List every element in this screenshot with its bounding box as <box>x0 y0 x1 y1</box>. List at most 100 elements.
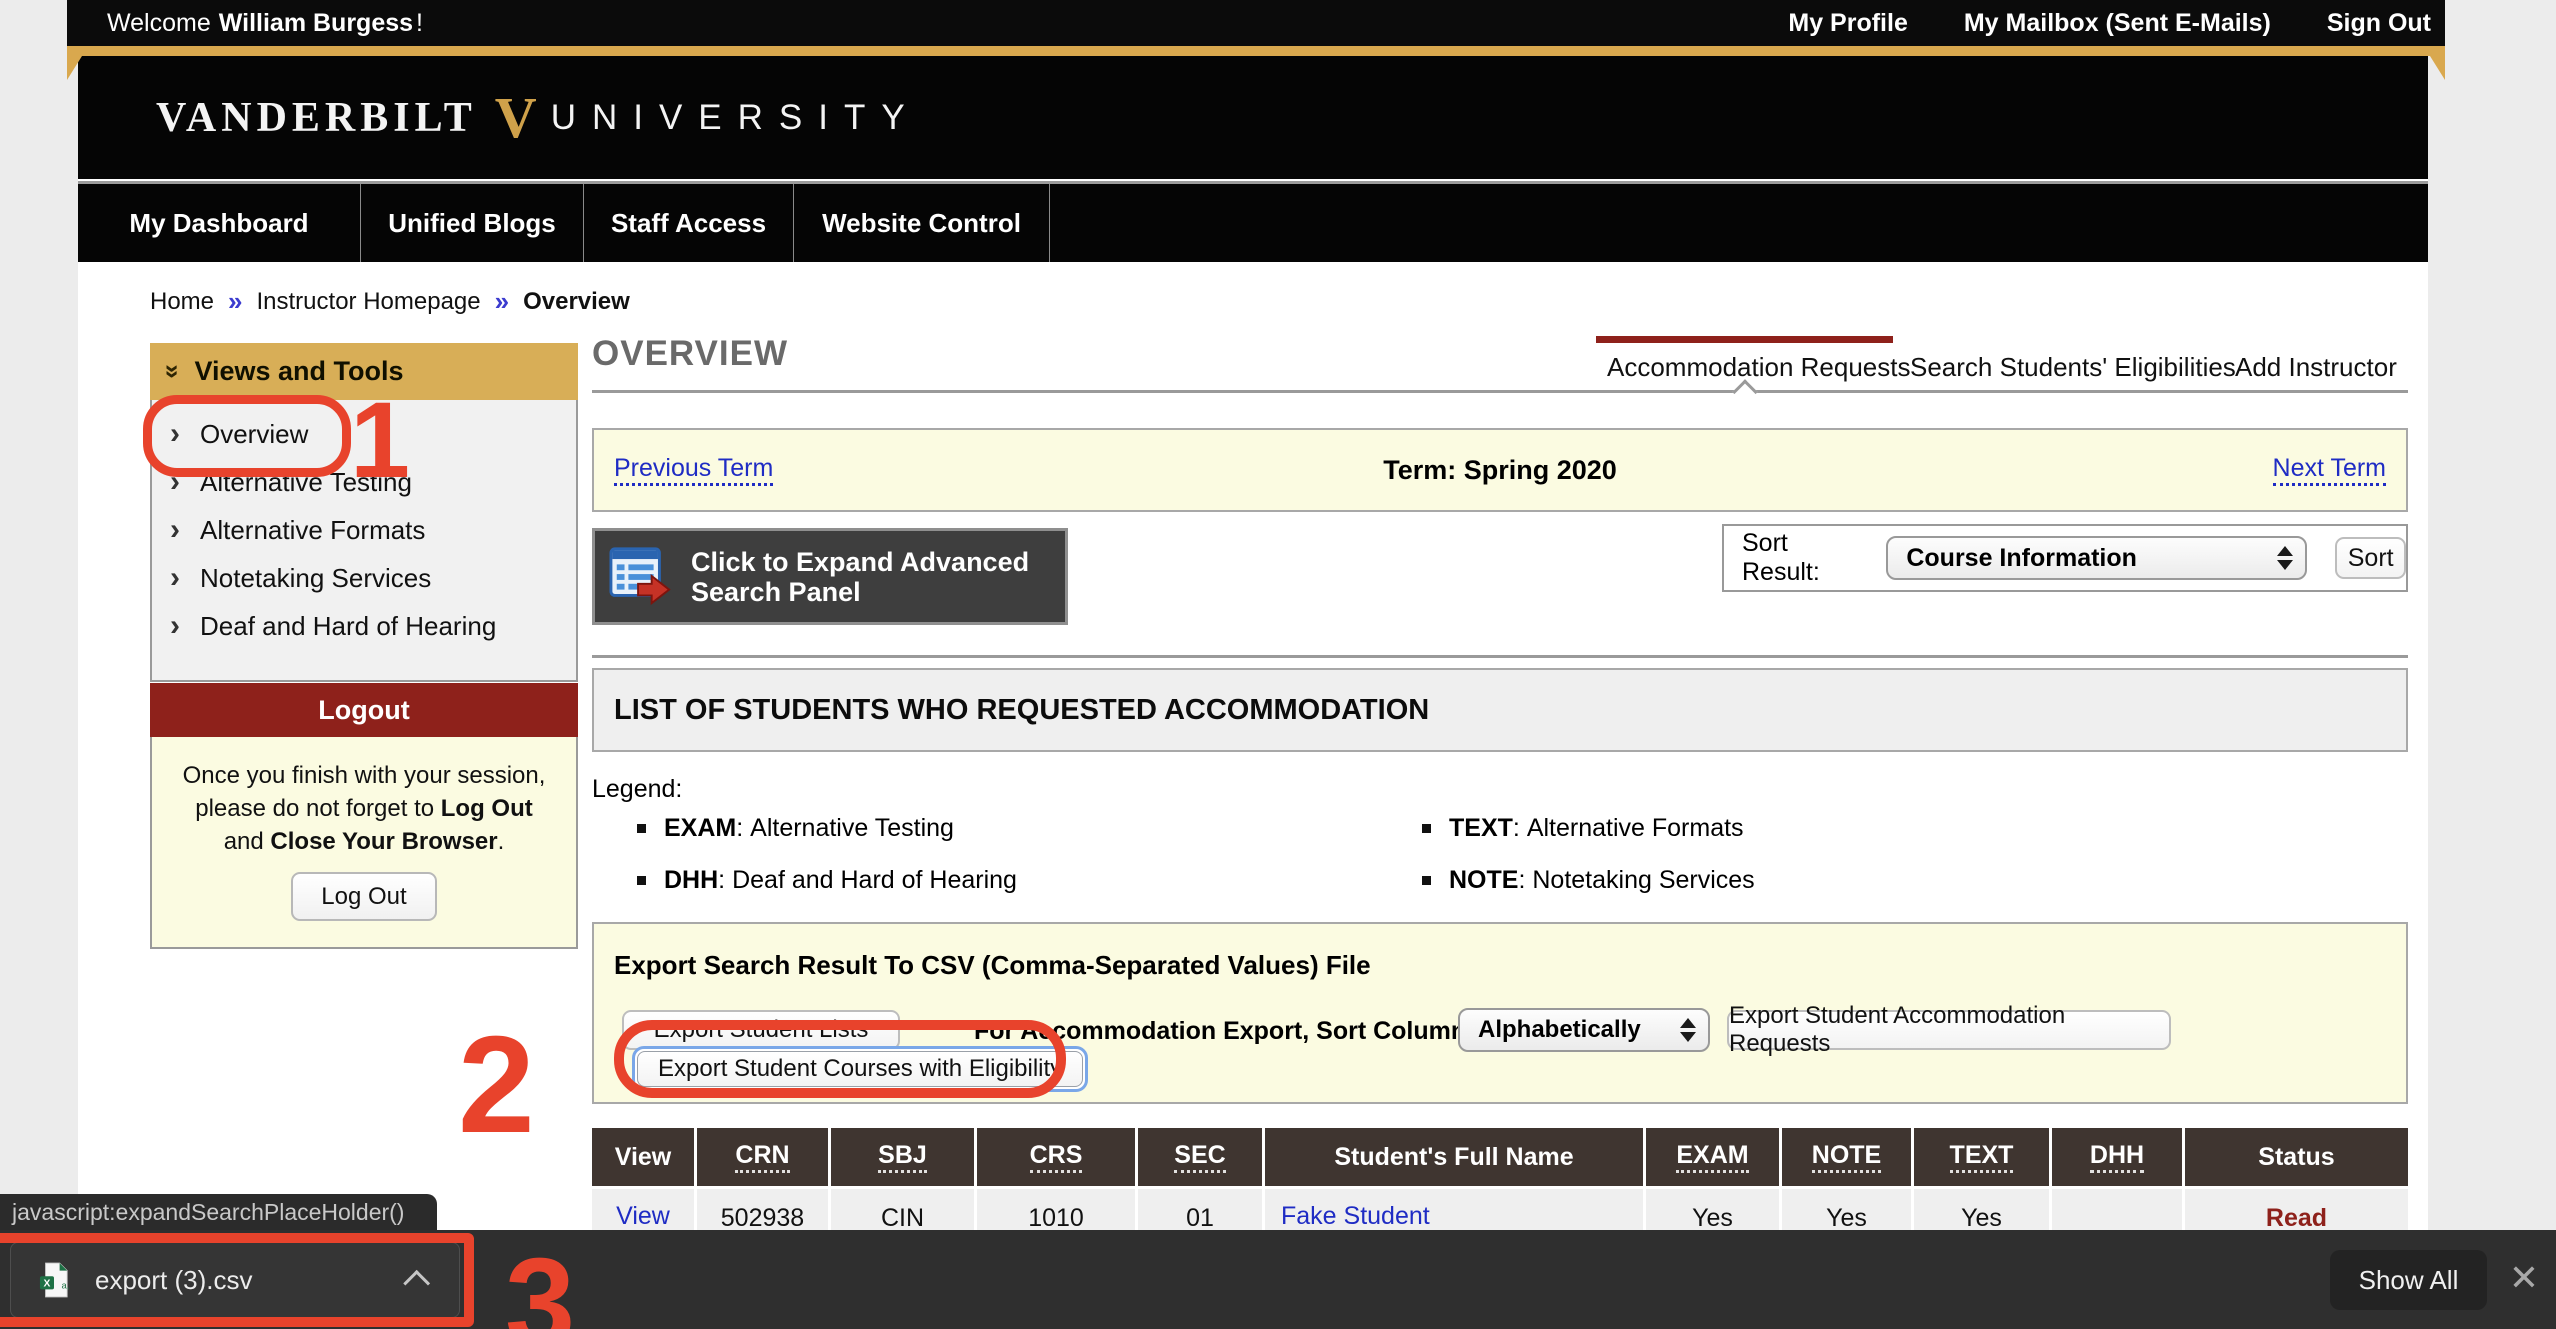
views-and-tools-panel: » Views and Tools › Overview › Alternati… <box>150 343 578 682</box>
nav-item-staff-access[interactable]: Staff Access <box>584 184 794 262</box>
next-term-link[interactable]: Next Term <box>2273 454 2386 486</box>
vanderbilt-v-icon: V <box>495 89 537 147</box>
logout-panel: Logout Once you finish with your session… <box>150 683 578 949</box>
column-header-status: Status <box>2185 1128 2408 1186</box>
primary-nav: My Dashboard Unified Blogs Staff Access … <box>78 184 2428 262</box>
export-accommodation-requests-button[interactable]: Export Student Accommodation Requests <box>1727 1010 2171 1050</box>
vanderbilt-logo[interactable]: VANDERBILT V UNIVERSITY <box>156 89 921 147</box>
log-out-button[interactable]: Log Out <box>291 872 436 921</box>
close-icon[interactable]: ✕ <box>2502 1248 2546 1308</box>
breadcrumb-current-overview: Overview <box>523 288 630 316</box>
sidebar-item-label: Deaf and Hard of Hearing <box>200 611 496 642</box>
students-list-header: LIST OF STUDENTS WHO REQUESTED ACCOMMODA… <box>592 668 2408 752</box>
logout-panel-title: Logout <box>150 683 578 737</box>
column-header-sec[interactable]: SEC <box>1138 1128 1262 1186</box>
svg-text:a,: a, <box>62 1280 70 1290</box>
sidebar-item-label: Alternative Formats <box>200 515 425 546</box>
legend-column-1: EXAM: Alternative Testing DHH: Deaf and … <box>637 814 1017 895</box>
legend-column-2: TEXT: Alternative Formats NOTE: Notetaki… <box>1422 814 1755 895</box>
breadcrumb-separator-icon: » <box>495 286 509 317</box>
export-sort-label: For Accommodation Export, Sort Column by… <box>974 1017 1511 1046</box>
select-arrows-icon <box>2277 546 2293 570</box>
sidebar-item-deaf-hard-of-hearing[interactable]: › Deaf and Hard of Hearing <box>152 602 576 650</box>
table-header-row: View CRN SBJ CRS SEC Student's Full Name… <box>592 1128 2408 1186</box>
sidebar-item-label: Notetaking Services <box>200 563 431 594</box>
export-csv-panel: Export Search Result To CSV (Comma-Separ… <box>592 922 2408 1104</box>
tab-accommodation-requests[interactable]: Accommodation Requests <box>1607 352 1910 383</box>
legend-label: Legend: <box>592 775 682 804</box>
chevron-up-icon[interactable] <box>403 1269 430 1296</box>
sidebar-item-notetaking-services[interactable]: › Notetaking Services <box>152 554 576 602</box>
page-title: OVERVIEW <box>592 334 788 374</box>
status-bar-url-tooltip: javascript:expandSearchPlaceHolder() <box>0 1194 437 1230</box>
column-header-exam[interactable]: EXAM <box>1646 1128 1779 1186</box>
my-mailbox-link[interactable]: My Mailbox (Sent E-Mails) <box>1964 9 2271 38</box>
breadcrumb-separator-icon: » <box>228 286 242 317</box>
tab-search-students-eligibilities[interactable]: Search Students' Eligibilities <box>1910 352 2236 383</box>
views-and-tools-title: Views and Tools <box>194 356 403 387</box>
expand-advanced-search-button[interactable]: Click to Expand Advanced Search Panel <box>592 528 1068 625</box>
legend-item-note: NOTE: Notetaking Services <box>1422 866 1755 895</box>
downloaded-file-name: export (3).csv <box>95 1265 253 1296</box>
column-header-sbj[interactable]: SBJ <box>831 1128 974 1186</box>
chevron-right-icon: › <box>170 467 200 497</box>
active-tab-indicator <box>1596 336 1893 343</box>
logo-wordmark-vanderbilt: VANDERBILT <box>156 94 477 142</box>
sort-button[interactable]: Sort <box>2335 537 2406 579</box>
legend-item-exam: EXAM: Alternative Testing <box>637 814 1017 843</box>
students-list-header-text: LIST OF STUDENTS WHO REQUESTED ACCOMMODA… <box>614 694 1429 727</box>
breadcrumb-home[interactable]: Home <box>150 288 214 316</box>
my-profile-link[interactable]: My Profile <box>1788 9 1907 38</box>
sidebar-item-alternative-testing[interactable]: › Alternative Testing <box>152 458 576 506</box>
gold-corner-left <box>67 56 82 80</box>
chevron-right-icon: › <box>170 419 200 449</box>
breadcrumb-instructor-homepage[interactable]: Instructor Homepage <box>257 288 481 316</box>
downloaded-file-chip[interactable]: a, X export (3).csv <box>10 1242 460 1318</box>
top-bar: WelcomeWilliam Burgess! My Profile My Ma… <box>67 0 2445 46</box>
sort-result-label: Sort Result: <box>1742 529 1866 587</box>
bullet-icon <box>637 876 646 885</box>
sign-out-link[interactable]: Sign Out <box>2327 9 2431 38</box>
column-header-text[interactable]: TEXT <box>1914 1128 2049 1186</box>
column-header-note[interactable]: NOTE <box>1782 1128 1911 1186</box>
breadcrumb: Home » Instructor Homepage » Overview <box>150 286 630 317</box>
sort-result-panel: Sort Result: Course Information Sort <box>1722 524 2408 592</box>
column-header-dhh[interactable]: DHH <box>2052 1128 2182 1186</box>
logout-panel-body: Once you finish with your session, pleas… <box>150 737 578 949</box>
section-divider <box>592 655 2408 658</box>
sort-result-dropdown-value: Course Information <box>1906 544 2137 573</box>
screen: WelcomeWilliam Burgess! My Profile My Ma… <box>0 0 2556 1329</box>
advanced-search-icon <box>609 546 673 608</box>
sidebar-item-overview[interactable]: › Overview <box>152 410 576 458</box>
sidebar-item-alternative-formats[interactable]: › Alternative Formats <box>152 506 576 554</box>
column-header-crs[interactable]: CRS <box>977 1128 1135 1186</box>
sort-result-dropdown[interactable]: Course Information <box>1886 536 2307 580</box>
bullet-icon <box>1422 876 1431 885</box>
export-sort-dropdown[interactable]: Alphabetically <box>1458 1008 1710 1052</box>
svg-text:X: X <box>44 1279 51 1290</box>
previous-term-link[interactable]: Previous Term <box>614 454 773 486</box>
nav-item-website-control[interactable]: Website Control <box>794 184 1050 262</box>
top-links: My Profile My Mailbox (Sent E-Mails) Sig… <box>1788 9 2431 38</box>
column-header-crn[interactable]: CRN <box>697 1128 828 1186</box>
views-and-tools-header[interactable]: » Views and Tools <box>150 343 578 400</box>
bullet-icon <box>637 824 646 833</box>
user-name: William Burgess <box>219 9 413 37</box>
term-bar: Previous Term Term: Spring 2020 Next Ter… <box>592 428 2408 512</box>
export-student-courses-eligibility-button[interactable]: Export Student Courses with Eligibility <box>637 1051 1083 1087</box>
nav-item-my-dashboard[interactable]: My Dashboard <box>78 184 361 262</box>
export-sort-dropdown-value: Alphabetically <box>1478 1016 1641 1044</box>
nav-item-unified-blogs[interactable]: Unified Blogs <box>361 184 584 262</box>
sidebar-item-label: Overview <box>200 419 308 450</box>
excel-file-icon: a, X <box>39 1262 69 1298</box>
gold-divider <box>67 46 2445 56</box>
gold-corner-right <box>2430 56 2445 80</box>
export-student-lists-button[interactable]: Export Student Lists <box>622 1010 900 1050</box>
legend-item-dhh: DHH: Deaf and Hard of Hearing <box>637 866 1017 895</box>
select-arrows-icon <box>1680 1018 1696 1042</box>
show-all-downloads-button[interactable]: Show All <box>2330 1250 2487 1310</box>
tab-add-instructor[interactable]: Add Instructor <box>2235 352 2397 383</box>
focused-button-ring: Export Student Courses with Eligibility <box>632 1046 1088 1092</box>
column-header-student-name: Student's Full Name <box>1265 1128 1643 1186</box>
title-divider <box>592 390 2408 393</box>
